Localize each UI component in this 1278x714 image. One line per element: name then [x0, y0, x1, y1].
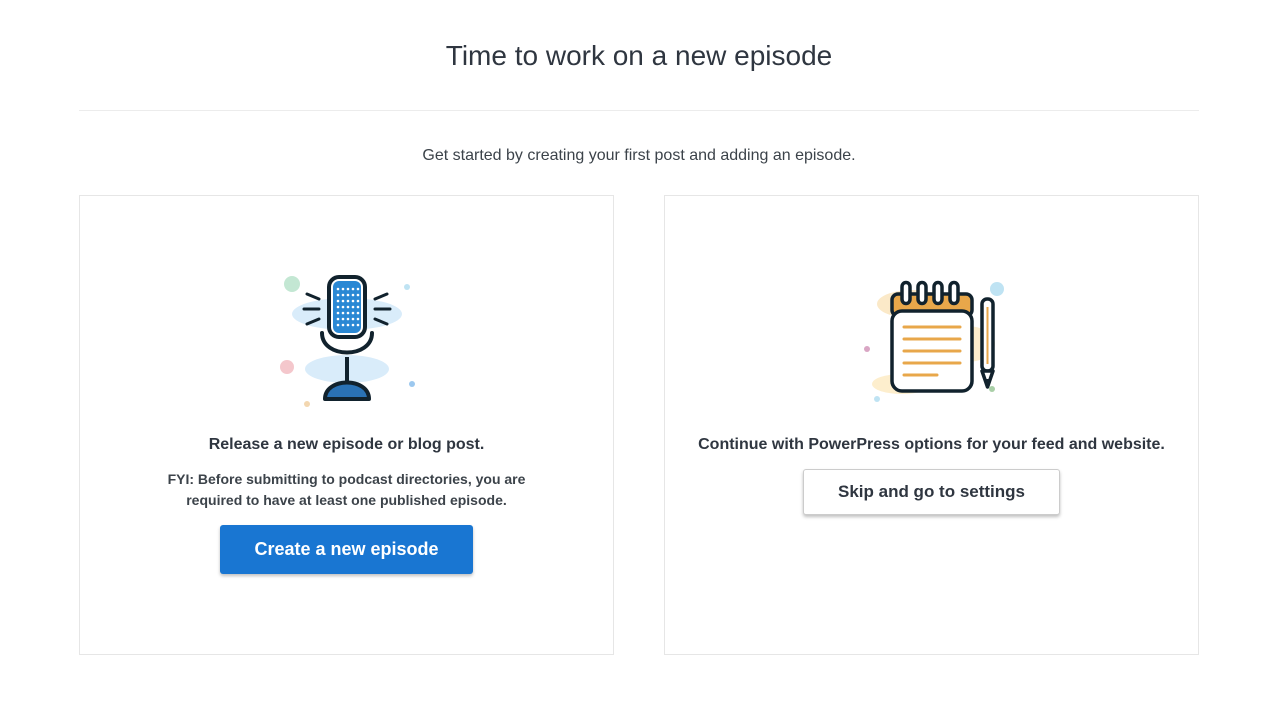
page-subtitle: Get started by creating your first post …	[79, 111, 1199, 195]
microphone-icon	[110, 256, 583, 421]
card-create-episode: Release a new episode or blog post. FYI:…	[79, 195, 614, 655]
notepad-icon	[695, 256, 1168, 421]
card-create-heading: Release a new episode or blog post.	[110, 433, 583, 457]
cards-row: Release a new episode or blog post. FYI:…	[79, 195, 1199, 655]
skip-to-settings-button[interactable]: Skip and go to settings	[803, 469, 1060, 515]
page-title: Time to work on a new episode	[79, 40, 1199, 111]
create-episode-button[interactable]: Create a new episode	[220, 525, 472, 574]
card-create-note: FYI: Before submitting to podcast direct…	[157, 469, 537, 511]
onboarding-container: Time to work on a new episode Get starte…	[79, 0, 1199, 655]
card-settings: Continue with PowerPress options for you…	[664, 195, 1199, 655]
card-settings-heading: Continue with PowerPress options for you…	[695, 433, 1168, 457]
